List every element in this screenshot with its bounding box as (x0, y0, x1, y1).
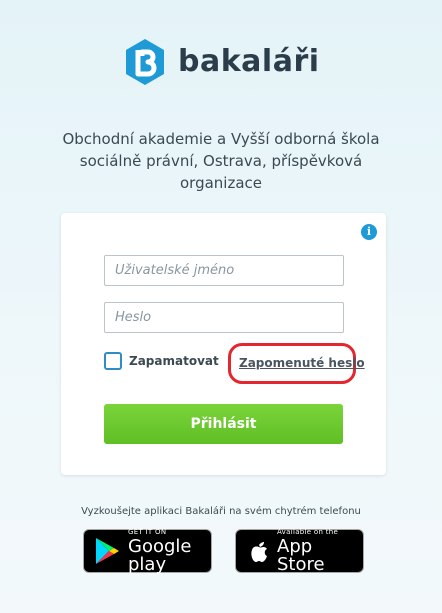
remember-me[interactable]: Zapamatovat (104, 352, 219, 370)
apple-icon (251, 542, 267, 562)
info-icon[interactable]: i (361, 224, 377, 240)
school-name: Obchodní akademie a Vyšší odborná škola … (62, 130, 380, 192)
app-store-badge[interactable]: Available on the App Store (235, 527, 364, 575)
forgot-password-highlight: Zapomenuté heslo (228, 343, 365, 384)
app-store-small-text: Available on the (277, 527, 339, 536)
remember-checkbox[interactable] (104, 352, 122, 370)
google-play-badge[interactable]: GET IT ON Google play (83, 527, 212, 575)
brand-name: bakaláři (178, 44, 320, 79)
login-card: i Zapamatovat Zapomenuté heslo Přihlásit (61, 213, 386, 475)
login-button[interactable]: Přihlásit (104, 404, 343, 444)
google-play-small-text: GET IT ON (128, 527, 167, 536)
forgot-password-link[interactable]: Zapomenuté heslo (239, 356, 365, 370)
app-store-big-text: App Store (277, 535, 325, 575)
app-promo-text: Vyzkoušejte aplikaci Bakaláři na svém ch… (81, 506, 361, 517)
bakalari-hexagon-icon (126, 39, 164, 85)
remember-label: Zapamatovat (129, 354, 219, 368)
google-play-big-text: Google play (128, 535, 192, 575)
bakalari-logo: bakaláři (124, 38, 320, 86)
password-input[interactable] (104, 302, 344, 333)
google-play-icon (96, 538, 119, 564)
username-input[interactable] (104, 255, 344, 286)
